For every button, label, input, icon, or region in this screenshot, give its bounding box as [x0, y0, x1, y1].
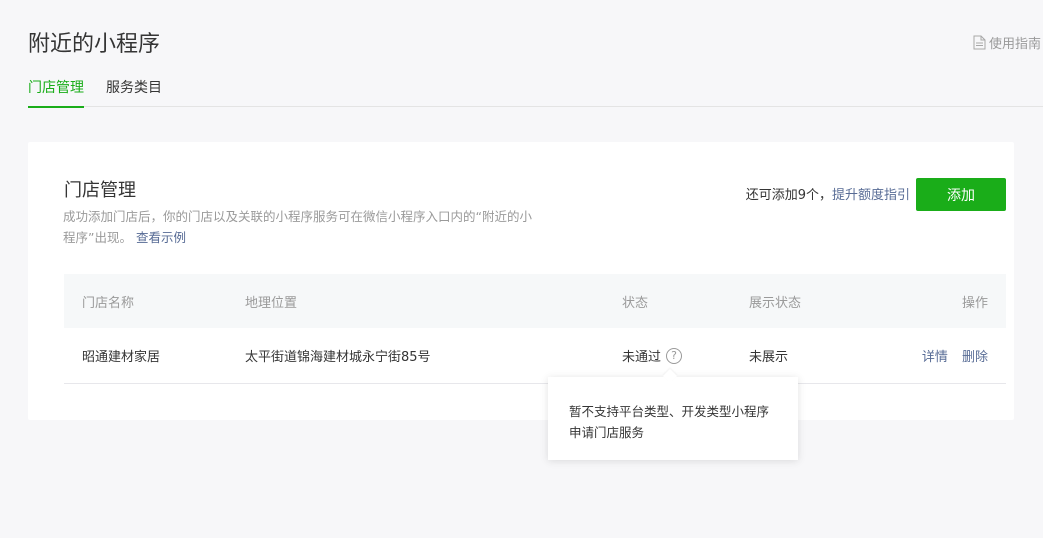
column-header-location: 地理位置	[245, 295, 298, 311]
question-icon[interactable]: ?	[666, 347, 683, 364]
table-header: 门店名称 地理位置 状态 展示状态 操作	[64, 274, 1006, 328]
page-title: 附近的小程序	[28, 32, 161, 57]
store-location: 太平街道锦海建材城永宁街85号	[245, 350, 431, 365]
row-actions: 详情 删除	[912, 346, 988, 365]
card-title: 门店管理	[64, 180, 136, 201]
card-description-text: 成功添加门店后，你的门店以及关联的小程序服务可在微信小程序入口内的“附近的小程序…	[63, 209, 532, 245]
tab-bar: 门店管理 服务类目	[28, 78, 1043, 108]
store-status: 未通过 ?	[622, 346, 683, 365]
delete-link[interactable]: 删除	[962, 350, 988, 365]
table-row: 昭通建材家居 太平街道锦海建材城永宁街85号 未通过 ? 未展示 详情 删除	[64, 328, 1006, 384]
document-icon	[973, 35, 986, 50]
tooltip-text: 暂不支持平台类型、开发类型小程序申请门店服务	[569, 404, 770, 440]
store-table: 门店名称 地理位置 状态 展示状态 操作 昭通建材家居 太平街道锦海建材城永宁街…	[64, 274, 1006, 384]
view-example-link[interactable]: 查看示例	[136, 230, 186, 245]
guide-label: 使用指南	[988, 37, 1041, 52]
store-display-status: 未展示	[749, 350, 789, 365]
quota-text: 还可添加9个，	[745, 188, 832, 203]
quota-upgrade-link[interactable]: 提升额度指引	[832, 188, 910, 203]
tab-service-category[interactable]: 服务类目	[106, 78, 162, 107]
tab-store-management[interactable]: 门店管理	[28, 78, 84, 108]
store-management-card: 门店管理 成功添加门店后，你的门店以及关联的小程序服务可在微信小程序入口内的“附…	[28, 142, 1014, 420]
column-header-display-status: 展示状态	[749, 295, 802, 311]
column-header-name: 门店名称	[82, 295, 135, 311]
card-description: 成功添加门店后，你的门店以及关联的小程序服务可在微信小程序入口内的“附近的小程序…	[63, 206, 543, 248]
details-link[interactable]: 详情	[922, 350, 948, 365]
status-tooltip: 暂不支持平台类型、开发类型小程序申请门店服务	[548, 377, 798, 460]
add-store-button[interactable]: 添加	[916, 178, 1006, 211]
status-text: 未通过	[622, 350, 662, 365]
store-name: 昭通建材家居	[82, 350, 161, 365]
guide-link[interactable]: 使用指南	[973, 33, 1041, 52]
column-header-actions: 操作	[961, 295, 988, 311]
column-header-status: 状态	[622, 295, 649, 311]
quota-info: 还可添加9个，提升额度指引	[746, 184, 910, 203]
